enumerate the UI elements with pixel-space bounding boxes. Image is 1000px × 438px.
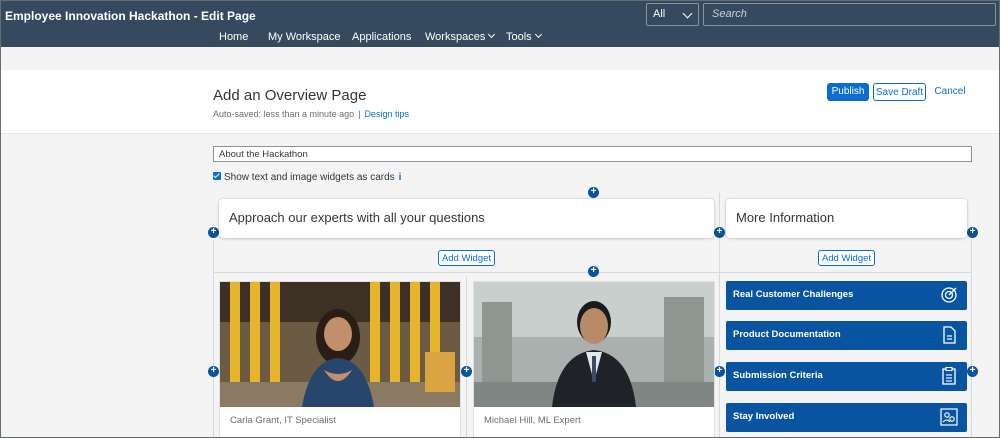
tile-submission-criteria[interactable]: Submission Criteria <box>726 362 967 391</box>
clipboard-icon <box>942 366 956 385</box>
right-heading-card[interactable]: More Information <box>726 199 967 238</box>
person-caption: Michael Hill, ML Expert <box>484 415 581 426</box>
app-title: Employee Innovation Hackathon - Edit Pag… <box>5 9 256 23</box>
cards-checkbox-label: Show text and image widgets as cards <box>224 172 395 183</box>
add-column-plus-icon[interactable]: + <box>967 227 978 238</box>
chevron-down-icon <box>534 30 542 39</box>
add-section-plus-icon[interactable]: + <box>588 187 599 198</box>
add-column-plus-icon[interactable]: + <box>714 227 725 238</box>
shell-bar: Employee Innovation Hackathon - Edit Pag… <box>0 0 1000 47</box>
autosave-text: Auto-saved: less than a minute ago <box>213 109 355 119</box>
nav-home[interactable]: Home <box>219 31 248 45</box>
search-scope-value: All <box>653 8 666 20</box>
portrait-image <box>474 282 714 407</box>
right-heading-text: More Information <box>736 210 835 225</box>
cancel-button[interactable]: Cancel <box>932 83 968 101</box>
search-scope-select[interactable]: All <box>646 3 699 26</box>
add-row-plus-icon[interactable]: + <box>588 266 599 277</box>
add-column-plus-icon[interactable]: + <box>714 366 725 377</box>
nav-label: Home <box>219 31 249 43</box>
target-icon <box>941 287 957 303</box>
tile-stay-involved[interactable]: Stay Involved <box>726 403 967 432</box>
chevron-down-icon <box>488 30 496 39</box>
info-icon[interactable]: i <box>399 172 402 183</box>
people-network-icon <box>940 408 958 426</box>
autosave-status: Auto-saved: less than a minute ago | Desig… <box>213 109 409 119</box>
tile-label: Product Documentation <box>733 329 841 340</box>
nav-workspaces[interactable]: Workspaces <box>425 30 496 45</box>
page-name-input[interactable]: About the Hackathon <box>213 146 972 162</box>
person-photo <box>220 282 460 407</box>
person-card[interactable]: Carla Grant, IT Specialist <box>219 281 461 438</box>
section-divider <box>971 240 972 438</box>
nav-applications[interactable]: Applications <box>352 31 411 45</box>
nav-tools[interactable]: Tools <box>506 30 542 45</box>
cards-checkbox[interactable] <box>213 172 221 180</box>
tile-product-documentation[interactable]: Product Documentation <box>726 321 967 350</box>
save-draft-button[interactable]: Save Draft <box>873 83 926 101</box>
left-heading-text: Approach our experts with all your quest… <box>229 210 485 225</box>
nav-label: Tools <box>506 31 532 43</box>
chevron-down-icon <box>682 8 693 19</box>
left-heading-card[interactable]: Approach our experts with all your quest… <box>219 199 714 238</box>
column-divider <box>466 277 467 438</box>
portrait-image <box>220 282 460 407</box>
add-widget-button[interactable]: Add Widget <box>818 250 875 266</box>
person-caption: Carla Grant, IT Specialist <box>230 415 336 426</box>
add-widget-button[interactable]: Add Widget <box>438 250 495 266</box>
page-title: Add an Overview Page <box>213 87 367 104</box>
document-icon <box>943 326 956 344</box>
search-input[interactable]: Search <box>703 3 996 26</box>
add-column-plus-icon[interactable]: + <box>208 366 219 377</box>
design-tips-link[interactable]: Design tips <box>364 109 409 119</box>
publish-button[interactable]: Publish <box>827 83 869 101</box>
cards-option: Show text and image widgets as cards i <box>213 172 401 183</box>
tile-real-customer-challenges[interactable]: Real Customer Challenges <box>726 281 967 310</box>
person-photo <box>474 282 714 407</box>
add-column-plus-icon[interactable]: + <box>208 227 219 238</box>
add-column-plus-icon[interactable]: + <box>461 366 472 377</box>
nav-label: My Workspace <box>268 31 341 43</box>
tile-label: Stay Involved <box>733 411 795 422</box>
separator: | <box>358 109 361 119</box>
page-header: Add an Overview Page Auto-saved: less th… <box>0 70 1000 134</box>
nav-label: Applications <box>352 31 412 43</box>
nav-label: Workspaces <box>425 31 486 43</box>
tile-label: Real Customer Challenges <box>733 289 854 300</box>
tile-label: Submission Criteria <box>733 370 823 381</box>
person-card[interactable]: Michael Hill, ML Expert <box>473 281 715 438</box>
nav-my-workspace[interactable]: My Workspace <box>268 31 341 45</box>
section-divider <box>213 240 214 438</box>
add-column-plus-icon[interactable]: + <box>967 366 978 377</box>
